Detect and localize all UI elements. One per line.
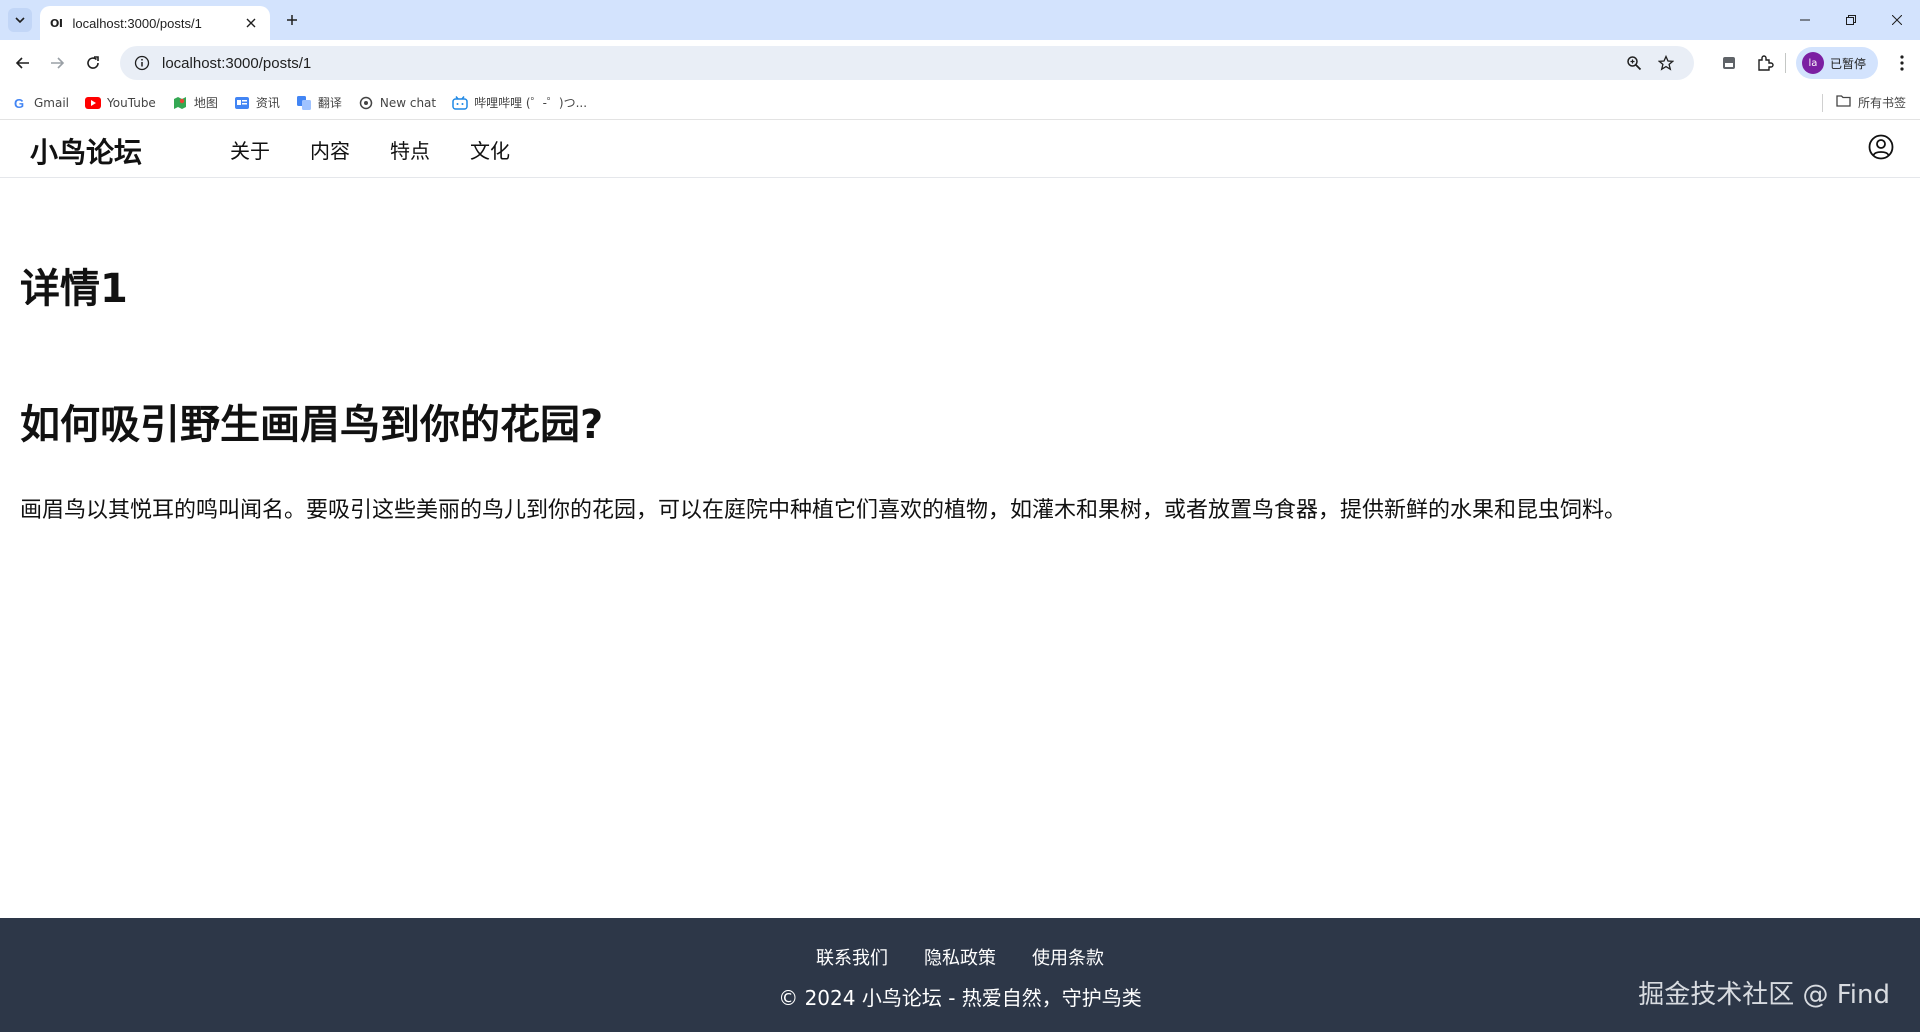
extensions-button[interactable] [1747,46,1783,80]
profile-status: 已暂停 [1829,56,1866,71]
close-icon [246,18,256,28]
user-circle-icon [1868,134,1894,160]
site-logo[interactable]: 小鸟论坛 [30,131,142,171]
bookmark-label: Gmail [34,95,70,110]
toolbar-right: la 已暂停 [1711,46,1920,80]
bookmark-news[interactable]: 资讯 [234,94,280,111]
bookmark-label: YouTube [107,95,156,110]
footer-link-contact[interactable]: 联系我们 [816,944,888,970]
bookmark-star-button[interactable] [1652,49,1680,77]
bookmark-translate[interactable]: 翻译 [296,94,342,111]
browser-tabstrip: OI localhost:3000/posts/1 [0,0,1920,40]
reload-button[interactable] [80,50,106,76]
bookmark-label: 资讯 [255,96,280,110]
close-window-button[interactable] [1874,0,1920,40]
user-account-button[interactable] [1866,132,1896,162]
all-bookmarks-button[interactable]: 所有书签 [1821,94,1906,112]
info-icon[interactable] [134,55,150,71]
copyright-text: © 2024 小鸟论坛 - 热爱自然，守护鸟类 [778,986,1142,1010]
folder-icon [1836,94,1852,111]
tab-close-button[interactable] [242,14,260,32]
restore-icon [1846,15,1856,25]
bookmarks-bar: G Gmail YouTube 地图 资讯 翻译 New chat 哔哩哔哩 (… [0,86,1920,120]
close-icon [1892,15,1902,25]
tab-title: localhost:3000/posts/1 [72,15,202,31]
avatar: la [1801,52,1824,74]
arrow-left-icon [15,57,29,69]
favicon-icon: OI [50,16,63,30]
nav-link-culture[interactable]: 文化 [470,135,510,164]
tab-search-button[interactable] [8,8,32,32]
nav-link-features[interactable]: 特点 [390,135,430,164]
page-title: 详情1 [20,266,128,312]
main-content: 详情1 如何吸引野生画眉鸟到你的花园? 画眉鸟以其悦耳的鸣叫闻名。要吸引这些美丽… [20,178,1900,524]
footer-link-terms[interactable]: 使用条款 [1032,944,1104,970]
arrow-right-icon [51,57,65,69]
chat-icon [358,95,374,111]
bookmark-bilibili[interactable]: 哔哩哔哩 (゜-゜)つ... [452,94,587,111]
bookmark-maps[interactable]: 地图 [172,94,218,111]
browser-tab[interactable]: OI localhost:3000/posts/1 [40,6,270,40]
maps-icon [172,95,188,111]
bookmark-youtube[interactable]: YouTube [85,95,156,111]
puzzle-icon [1758,55,1774,71]
site-header: 小鸟论坛 关于 内容 特点 文化 [0,121,1920,178]
toolbar-divider [1784,53,1786,73]
reload-icon [87,56,99,69]
site-footer: 联系我们 隐私政策 使用条款 © 2024 小鸟论坛 - 热爱自然，守护鸟类 掘… [0,918,1920,1032]
url-text[interactable]: localhost:3000/posts/1 [162,55,1616,72]
plus-icon [287,15,297,25]
zoom-button[interactable] [1620,49,1648,77]
bookmark-label: 哔哩哔哩 (゜-゜)つ... [474,96,588,110]
nav-link-about[interactable]: 关于 [230,135,270,164]
browser-toolbar: localhost:3000/posts/1 la 已暂停 [0,40,1920,86]
youtube-icon [85,95,102,111]
kebab-menu-icon [1900,55,1904,71]
bookmark-new-chat[interactable]: New chat [358,95,436,111]
watermark: 掘金技术社区 @ Find [1638,980,1890,1010]
restore-button[interactable] [1828,0,1874,40]
post-body: 画眉鸟以其悦耳的鸣叫闻名。要吸引这些美丽的鸟儿到你的花园，可以在庭院中种植它们喜… [20,498,1627,523]
nav-link-content[interactable]: 内容 [310,135,350,164]
forward-button[interactable] [44,50,70,76]
bilibili-icon [452,95,468,111]
chevron-down-icon [15,17,25,24]
news-icon [234,95,250,111]
star-icon [1658,55,1674,71]
svg-text:G: G [14,96,24,110]
footer-link-privacy[interactable]: 隐私政策 [924,944,996,970]
back-button[interactable] [10,50,36,76]
new-tab-button[interactable] [282,10,302,30]
main-nav: 关于 内容 特点 文化 [230,135,550,164]
post-title: 如何吸引野生画眉鸟到你的花园? [20,402,604,448]
media-icon [1722,57,1735,69]
footer-links: 联系我们 隐私政策 使用条款 [0,944,1920,970]
all-bookmarks-label: 所有书签 [1857,96,1906,110]
minimize-button[interactable] [1782,0,1828,40]
minimize-icon [1800,19,1810,21]
bookmark-label: 翻译 [317,96,342,110]
translate-icon [296,95,312,111]
profile-button[interactable]: la 已暂停 [1795,47,1878,79]
media-button[interactable] [1711,46,1747,80]
address-bar[interactable]: localhost:3000/posts/1 [120,46,1694,80]
zoom-icon [1627,56,1642,71]
menu-button[interactable] [1884,46,1920,80]
bookmark-label: New chat [379,95,437,110]
window-controls [1782,0,1920,40]
bookmark-gmail[interactable]: G Gmail [12,95,69,111]
bookmark-label: 地图 [193,96,218,110]
google-icon: G [12,95,28,111]
